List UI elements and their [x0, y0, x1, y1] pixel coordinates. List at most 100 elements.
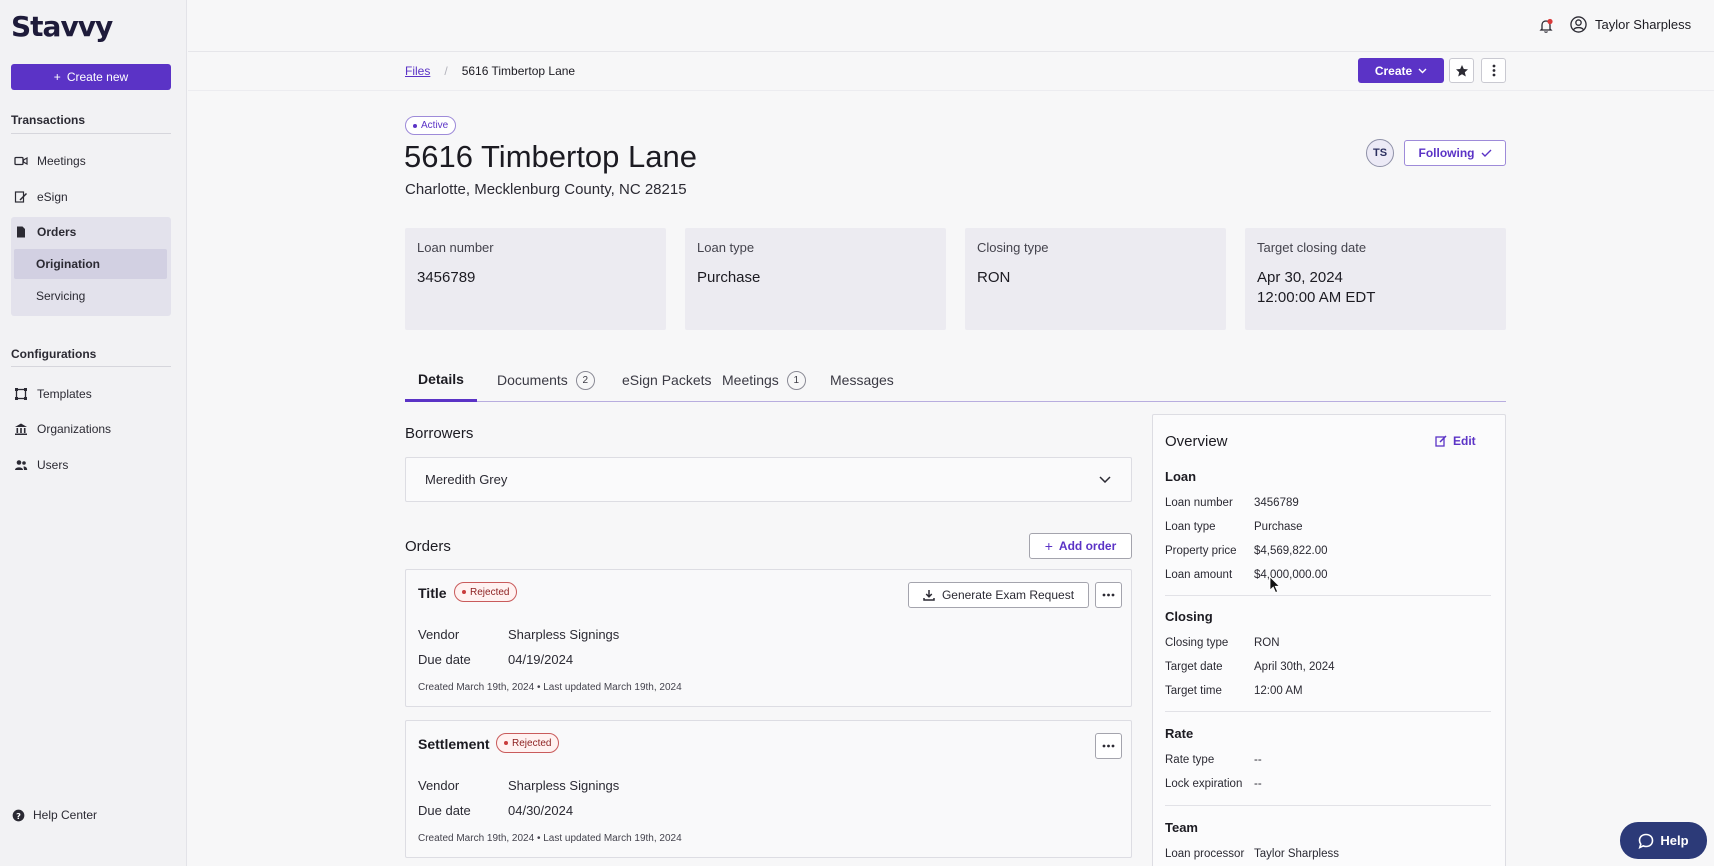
card-value: RON: [977, 269, 1011, 286]
overview-key: Loan number: [1165, 497, 1233, 509]
help-center-link[interactable]: ? Help Center: [12, 808, 97, 822]
transactions-heading: Transactions: [11, 113, 86, 127]
chevron-down-icon: [1418, 68, 1427, 73]
tab-details[interactable]: Details: [405, 358, 477, 402]
generate-exam-request-label: Generate Exam Request: [941, 588, 1075, 602]
vendor-value: Sharpless Signings: [508, 778, 620, 793]
overview-key: Closing type: [1165, 637, 1229, 649]
borrower-select[interactable]: Meredith Grey: [405, 457, 1132, 502]
configurations-heading: Configurations: [11, 347, 97, 361]
avatar[interactable]: TS: [1366, 139, 1394, 167]
create-dropdown-button[interactable]: Create: [1358, 58, 1444, 83]
following-button[interactable]: Following: [1404, 140, 1506, 166]
sidebar-item-organizations[interactable]: Organizations: [11, 414, 171, 444]
overview-key: Target date: [1165, 661, 1223, 673]
status-dot: [413, 123, 417, 128]
tab-meetings[interactable]: Meetings 1: [709, 358, 819, 402]
card-value: Purchase: [697, 269, 761, 286]
tab-messages[interactable]: Messages: [817, 358, 907, 402]
sidebar-item-meetings[interactable]: Meetings: [11, 146, 171, 176]
status-dot: [462, 590, 466, 594]
breadcrumb-separator: /: [444, 64, 448, 78]
overview-panel: Overview Edit Loan Loan number 3456789 L…: [1152, 414, 1506, 866]
document-icon: [17, 226, 25, 238]
sidebar-item-templates[interactable]: Templates: [11, 379, 171, 409]
user-menu[interactable]: Taylor Sharpless: [1570, 16, 1691, 33]
create-new-button[interactable]: + Create new: [11, 64, 171, 90]
tab-documents[interactable]: Documents 2: [484, 358, 608, 402]
create-label: Create: [1374, 63, 1413, 78]
create-new-label: Create new: [66, 70, 129, 84]
chevron-down-icon: [1099, 476, 1111, 483]
overview-key: Target time: [1165, 685, 1222, 697]
overview-value: 12:00 AM: [1254, 685, 1303, 697]
overview-section-loan: Loan: [1165, 469, 1197, 484]
bell-icon[interactable]: [1538, 18, 1554, 34]
logo[interactable]: Stavvy: [11, 10, 113, 43]
more-options-button[interactable]: [1481, 58, 1506, 83]
overview-key: Property price: [1165, 545, 1237, 557]
order-title: Settlement: [418, 736, 490, 752]
tab-label: Messages: [830, 372, 894, 388]
overview-value: 3456789: [1254, 497, 1299, 509]
breadcrumb-files-link[interactable]: Files: [405, 64, 430, 78]
tab-label: eSign Packets: [622, 372, 712, 388]
svg-text:?: ?: [16, 810, 21, 820]
overview-value: --: [1254, 778, 1262, 790]
overview-value: Taylor Sharpless: [1254, 848, 1340, 860]
borrower-name: Meredith Grey: [425, 472, 508, 487]
card-label: Loan type: [697, 240, 755, 255]
tab-label: Meetings: [722, 372, 779, 388]
divider: [188, 90, 1714, 91]
building-icon: [15, 423, 27, 435]
check-icon: [1481, 149, 1491, 157]
add-order-button[interactable]: + Add order: [1029, 533, 1132, 559]
tab-bar: Details Documents 2 eSign Packets Meetin…: [405, 358, 1506, 402]
favorite-button[interactable]: [1449, 58, 1474, 83]
video-icon: [14, 156, 28, 166]
star-icon: [1455, 64, 1468, 76]
vendor-label: Vendor: [418, 627, 460, 642]
help-widget-label: Help: [1660, 833, 1689, 848]
tab-count-badge: 1: [786, 370, 806, 390]
divider: [1165, 595, 1491, 596]
due-date-value: 04/30/2024: [508, 803, 574, 818]
order-more-button[interactable]: [1095, 582, 1122, 608]
sidebar-item-esign[interactable]: eSign: [11, 182, 171, 212]
card-label: Closing type: [977, 240, 1049, 255]
order-more-button[interactable]: [1095, 733, 1122, 759]
overview-key: Loan processor: [1165, 848, 1245, 860]
overview-key: Loan type: [1165, 521, 1216, 533]
sidebar: Stavvy + Create new Transactions Meeting…: [0, 0, 187, 866]
card-value: Apr 30, 2024 12:00:00 AM EDT: [1257, 268, 1494, 308]
sidebar-subitem-servicing[interactable]: Servicing: [14, 281, 167, 311]
sidebar-subitem-origination[interactable]: Origination: [14, 249, 167, 279]
divider: [1165, 805, 1491, 806]
tab-esign-packets[interactable]: eSign Packets: [609, 358, 725, 402]
sidebar-item-orders[interactable]: Orders: [11, 217, 171, 247]
template-icon: [15, 388, 27, 400]
divider: [11, 366, 171, 367]
status-badge: Rejected: [496, 733, 560, 753]
user-name: Taylor Sharpless: [1595, 17, 1692, 32]
overview-value: April 30th, 2024: [1254, 661, 1335, 673]
generate-exam-request-button[interactable]: Generate Exam Request: [908, 582, 1089, 608]
status-badge: Rejected: [454, 582, 518, 602]
sidebar-item-label: Organizations: [37, 422, 112, 436]
vendor-label: Vendor: [418, 778, 460, 793]
tab-count-badge: 2: [575, 370, 595, 390]
summary-card-target-closing-date: Target closing date Apr 30, 2024 12:00:0…: [1245, 228, 1506, 330]
tab-label: Details: [418, 370, 464, 387]
sidebar-item-label: Users: [37, 458, 69, 472]
due-date-value: 04/19/2024: [508, 652, 574, 667]
sidebar-item-users[interactable]: Users: [11, 450, 171, 480]
help-widget-button[interactable]: Help: [1620, 822, 1707, 859]
topbar: [188, 0, 1714, 52]
order-meta: Created March 19th, 2024 • Last updated …: [418, 682, 682, 693]
summary-card-loan-number: Loan number 3456789: [405, 228, 666, 330]
borrowers-heading: Borrowers: [405, 425, 474, 442]
overview-value: Purchase: [1254, 521, 1303, 533]
divider: [1165, 711, 1491, 712]
download-icon: [923, 590, 935, 601]
overview-edit-button[interactable]: Edit: [1435, 434, 1476, 448]
